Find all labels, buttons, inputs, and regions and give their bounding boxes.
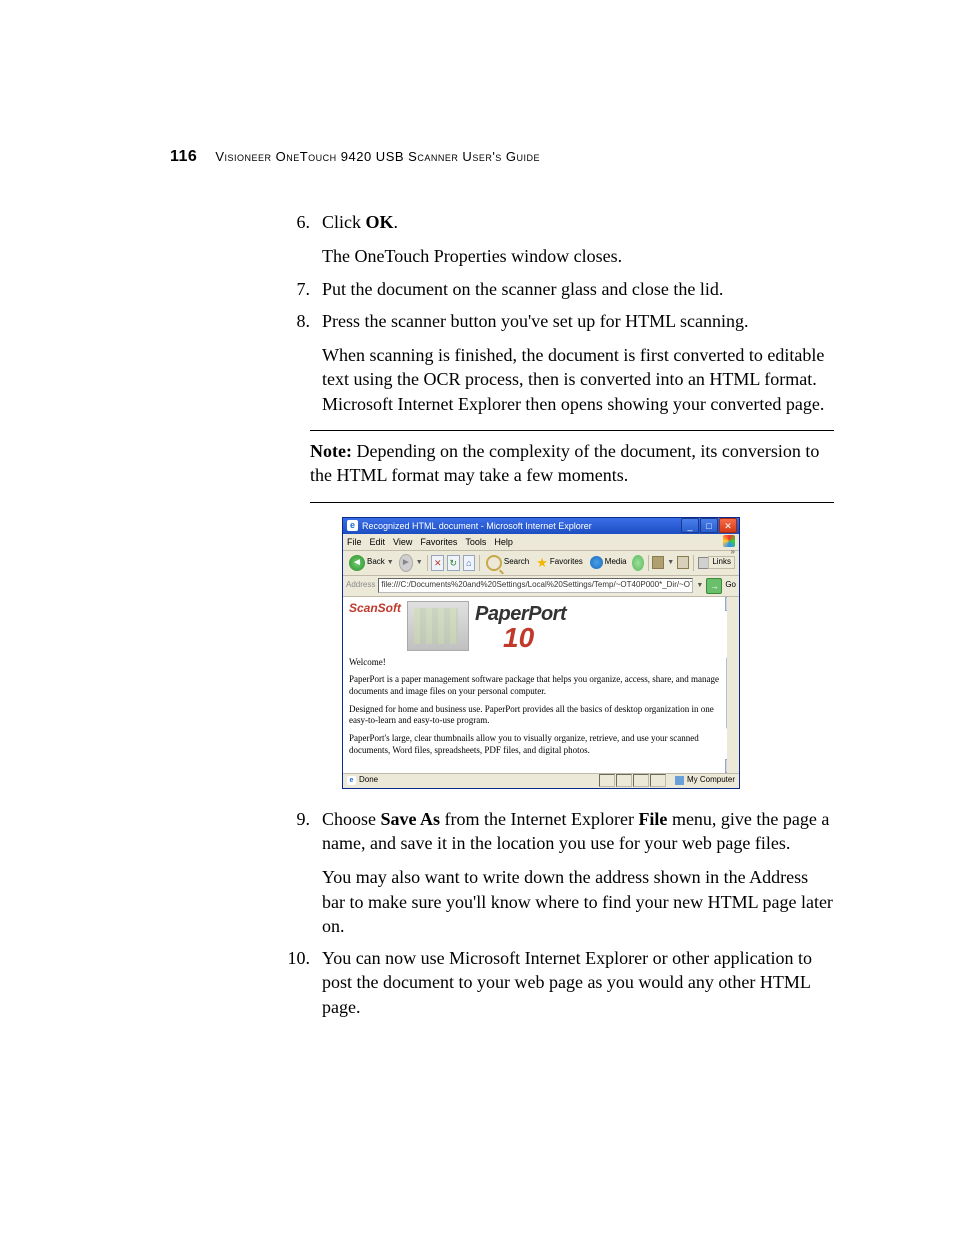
status-zone: My Computer [687,775,735,786]
statusbar: e Done My Computer [343,773,739,788]
welcome-text: Welcome! [349,657,721,669]
windows-logo-icon [723,535,735,547]
favorites-button[interactable]: ★ Favorites [534,555,585,570]
star-icon: ★ [536,556,548,569]
step-number: 6. [170,210,322,269]
menu-edit[interactable]: Edit [370,536,386,548]
ie-icon: e [347,520,358,531]
paperport-version: 10 [503,627,566,649]
home-button[interactable]: ⌂ [463,555,476,571]
maximize-button[interactable]: □ [700,518,718,533]
step-7: 7. Put the document on the scanner glass… [170,277,834,301]
close-button[interactable]: ✕ [719,518,737,533]
page-header: 116 Visioneer OneTouch 9420 USB Scanner … [170,148,834,166]
menu-view[interactable]: View [393,536,412,548]
forward-button[interactable]: ► [399,554,413,572]
step-text: Press the scanner button you've set up f… [322,309,834,333]
scroll-down-button[interactable]: ▾ [725,759,739,773]
minimize-button[interactable]: _ [681,518,699,533]
step-text: Click OK. [322,210,834,234]
search-button[interactable]: Search [484,554,531,572]
address-input[interactable]: file:///C:/Documents%20and%20Settings/Lo… [378,578,693,593]
menubar: File Edit View Favorites Tools Help [343,534,739,551]
separator [479,555,480,571]
content-paragraph: Designed for home and business use. Pape… [349,704,721,727]
step-number: 8. [170,309,322,416]
go-label: Go [725,580,736,591]
step-10: 10. You can now use Microsoft Internet E… [170,946,834,1019]
step-number: 10. [170,946,322,1019]
toolbar: ◄ Back ▼ ► ▼ ✕ ↻ ⌂ Search ★ Favorites [343,551,739,576]
status-segments [599,774,666,787]
content-paragraph: PaperPort is a paper management software… [349,674,721,697]
print-button[interactable] [652,556,664,569]
step-text: The OneTouch Properties window closes. [322,244,834,268]
separator [693,555,694,571]
header-title: Visioneer OneTouch 9420 USB Scanner User… [215,149,540,164]
window-title: Recognized HTML document - Microsoft Int… [362,520,592,532]
step-text: When scanning is finished, the document … [322,343,834,416]
divider [310,502,834,503]
note: Note: Depending on the complexity of the… [310,439,834,488]
scansoft-logo: ScanSoft [349,601,401,617]
step-number: 7. [170,277,322,301]
zone-icon [675,776,684,785]
paperport-image [407,601,469,651]
scroll-up-button[interactable]: ▴ [725,597,739,611]
history-button[interactable] [632,555,644,571]
step-8: 8. Press the scanner button you've set u… [170,309,834,416]
step-6: 6. Click OK. The OneTouch Properties win… [170,210,834,269]
step-text: You may also want to write down the addr… [322,865,834,938]
search-icon [486,555,502,571]
ie-window: e Recognized HTML document - Microsoft I… [342,517,740,789]
menu-tools[interactable]: Tools [465,536,486,548]
chevron-down-icon: ▼ [387,558,394,567]
back-button[interactable]: ◄ Back ▼ [347,554,396,572]
step-text: Choose Save As from the Internet Explore… [322,807,834,856]
refresh-button[interactable]: ↻ [447,555,460,571]
print-preview-button[interactable] [677,556,689,569]
step-text: You can now use Microsoft Internet Explo… [322,946,834,1019]
separator [427,555,428,571]
links-toolbar[interactable]: Links [708,556,735,569]
chevron-down-icon: ▼ [667,558,674,567]
step-9: 9. Choose Save As from the Internet Expl… [170,807,834,938]
page-number: 116 [170,148,197,166]
chevron-down-icon: ▼ [416,558,423,567]
menu-help[interactable]: Help [494,536,513,548]
divider [310,430,834,431]
ie-icon: e [347,776,356,785]
go-button[interactable]: → [706,578,722,594]
page-content: 6. Click OK. The OneTouch Properties win… [170,210,834,1019]
separator [648,555,649,571]
menu-file[interactable]: File [347,536,362,548]
titlebar[interactable]: e Recognized HTML document - Microsoft I… [343,518,739,534]
content-paragraph: PaperPort's large, clear thumbnails allo… [349,733,721,756]
chevron-down-icon[interactable]: ▼ [696,581,703,590]
step-text: Put the document on the scanner glass an… [322,277,834,301]
back-arrow-icon: ◄ [349,555,365,571]
ie-content-area: ▴ ▾ ScanSoft PaperPort 10 Welcome! Paper… [343,597,739,773]
step-number: 9. [170,807,322,938]
media-button[interactable]: Media [588,555,629,570]
stop-button[interactable]: ✕ [431,555,444,571]
media-icon [590,556,603,569]
menu-favorites[interactable]: Favorites [420,536,457,548]
address-bar: Address file:///C:/Documents%20and%20Set… [343,576,739,597]
scrollbar-thumb[interactable] [726,657,738,729]
status-text: Done [359,775,378,786]
address-label: Address [346,580,375,591]
document-page: 116 Visioneer OneTouch 9420 USB Scanner … [0,0,954,1235]
